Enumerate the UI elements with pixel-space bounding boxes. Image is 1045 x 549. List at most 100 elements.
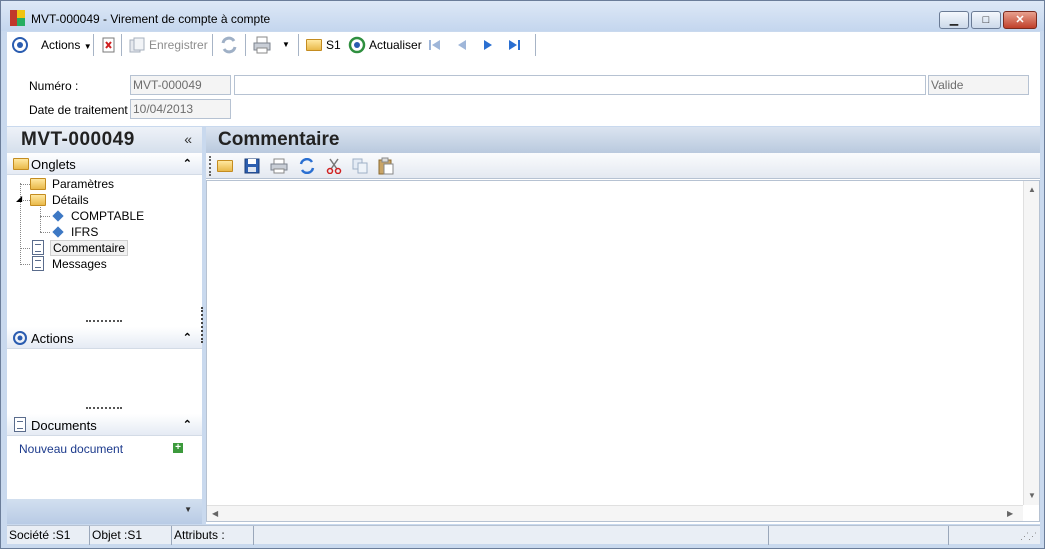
horizontal-scrollbar[interactable]: ◀ ▶ <box>207 505 1023 521</box>
actions-section-header[interactable]: Actions ⌃ <box>7 327 202 349</box>
tree-item-commentaire[interactable]: Commentaire <box>50 240 129 256</box>
tree-line <box>20 184 30 185</box>
app-icon <box>10 10 26 26</box>
close-button[interactable]: ✕ <box>1003 11 1037 29</box>
cut-icon[interactable] <box>326 158 342 174</box>
s1-button[interactable]: S1 <box>326 36 341 54</box>
numero-field[interactable]: MVT-000049 <box>130 75 231 95</box>
section-splitter[interactable] <box>86 320 122 322</box>
folder-icon <box>30 178 46 190</box>
tree-item-parametres[interactable]: Paramètres <box>52 176 114 192</box>
save-disabled-icon <box>129 37 145 53</box>
sync-icon[interactable] <box>298 158 316 174</box>
panel-header: MVT-000049 « <box>7 127 202 153</box>
tree-item-details[interactable]: Détails <box>52 192 89 208</box>
tree-item-ifrs[interactable]: IFRS <box>71 224 98 240</box>
chevron-down-icon: ▼ <box>83 42 92 51</box>
numero-label: Numéro : <box>29 79 79 93</box>
resize-grip-icon[interactable]: ⋰⋰ <box>1020 531 1037 542</box>
date-field[interactable]: 10/04/2013 <box>130 99 231 119</box>
folder-icon <box>13 158 29 170</box>
print-icon[interactable] <box>253 36 271 54</box>
comment-editor[interactable]: ▲ ▼ ◀ ▶ <box>206 180 1040 522</box>
content-title: Commentaire <box>218 129 340 150</box>
panel-splitter[interactable] <box>201 307 203 343</box>
scroll-down-icon[interactable]: ▼ <box>1028 491 1036 500</box>
toolbar-separator <box>121 34 122 56</box>
delete-icon[interactable] <box>101 37 117 53</box>
copy-icon[interactable] <box>352 158 368 174</box>
onglets-section-title: Onglets <box>31 157 76 172</box>
document-icon <box>32 240 44 255</box>
navigation-panel: MVT-000049 « Onglets ⌃ Paramètres ◢ Déta… <box>7 127 202 524</box>
scroll-right-icon[interactable]: ▶ <box>1007 509 1013 518</box>
window-title: MVT-000049 - Virement de compte à compte <box>31 12 271 26</box>
refresh-button[interactable]: Actualiser <box>369 36 422 54</box>
actions-menu[interactable]: Actions ▼ <box>41 36 92 54</box>
date-label: Date de traitement : <box>29 103 135 117</box>
documents-section-header[interactable]: Documents ⌃ <box>7 414 202 436</box>
minimize-button[interactable]: ▁ <box>939 11 969 29</box>
folder-icon[interactable] <box>306 39 322 51</box>
onglets-section-header[interactable]: Onglets ⌃ <box>7 153 202 175</box>
chevron-down-icon[interactable]: ▼ <box>184 505 192 514</box>
tree-line <box>40 207 41 232</box>
save-button[interactable]: Enregistrer <box>149 36 208 54</box>
description-field[interactable] <box>234 75 926 95</box>
tree-line <box>40 232 50 233</box>
editor-toolbar <box>206 153 1040 179</box>
folder-icon <box>30 194 46 206</box>
minimize-icon: ▁ <box>949 14 959 26</box>
header-form: Numéro : MVT-000049 Valide Date de trait… <box>7 58 1040 126</box>
first-record-icon[interactable] <box>427 37 443 53</box>
status-empty <box>769 526 949 545</box>
chevron-up-icon[interactable]: ⌃ <box>183 331 192 344</box>
print-dropdown-icon[interactable]: ▼ <box>282 36 290 54</box>
print-icon[interactable] <box>270 158 288 174</box>
open-folder-icon[interactable] <box>217 160 233 172</box>
actions-target-icon[interactable] <box>11 36 29 54</box>
scroll-up-icon[interactable]: ▲ <box>1028 185 1036 194</box>
maximize-button[interactable]: □ <box>971 11 1001 29</box>
previous-record-icon[interactable] <box>454 37 470 53</box>
content-header: Commentaire <box>206 127 1040 153</box>
last-record-icon[interactable] <box>506 37 522 53</box>
status-societe: Société :S1 <box>7 526 90 545</box>
collapse-panel-button[interactable]: « <box>184 131 192 147</box>
status-bar: Société :S1 Objet :S1 Attributs : ⋰⋰ <box>7 525 1040 545</box>
tree-item-comptable[interactable]: COMPTABLE <box>71 208 144 224</box>
toolbar-separator <box>212 34 213 56</box>
scroll-left-icon[interactable]: ◀ <box>212 509 218 518</box>
save-icon[interactable] <box>244 158 260 174</box>
panel-footer: ▼ <box>7 499 202 524</box>
actions-target-icon <box>13 331 27 345</box>
section-splitter[interactable] <box>86 407 122 409</box>
toolbar-grip <box>209 156 211 176</box>
paste-icon[interactable] <box>378 157 394 175</box>
diamond-icon <box>52 226 64 238</box>
actions-section-title: Actions <box>31 331 74 346</box>
sync-disabled-icon[interactable] <box>220 36 238 54</box>
toolbar-separator <box>245 34 246 56</box>
tree-item-messages[interactable]: Messages <box>52 256 107 272</box>
toolbar-separator <box>298 34 299 56</box>
status-field[interactable]: Valide <box>928 75 1029 95</box>
status-objet: Objet :S1 <box>90 526 172 545</box>
next-record-icon[interactable] <box>480 37 496 53</box>
close-icon: ✕ <box>1015 14 1025 26</box>
diamond-icon <box>52 210 64 222</box>
document-icon <box>14 417 26 432</box>
tree-line <box>40 216 50 217</box>
main-toolbar: Actions ▼ Enregistrer ▼ S1 Actualiser <box>7 32 1040 58</box>
document-icon <box>32 256 44 271</box>
toolbar-separator <box>535 34 536 56</box>
panel-title: MVT-000049 <box>21 129 135 150</box>
refresh-icon[interactable] <box>348 36 366 54</box>
expand-arrow-icon[interactable]: ◢ <box>16 194 22 203</box>
new-document-link[interactable]: Nouveau document <box>19 442 123 456</box>
vertical-scrollbar[interactable]: ▲ ▼ <box>1023 181 1039 505</box>
chevron-up-icon[interactable]: ⌃ <box>183 418 192 431</box>
chevron-up-icon[interactable]: ⌃ <box>183 157 192 170</box>
status-attributs: Attributs : <box>172 526 254 545</box>
add-icon[interactable]: + <box>173 443 183 453</box>
